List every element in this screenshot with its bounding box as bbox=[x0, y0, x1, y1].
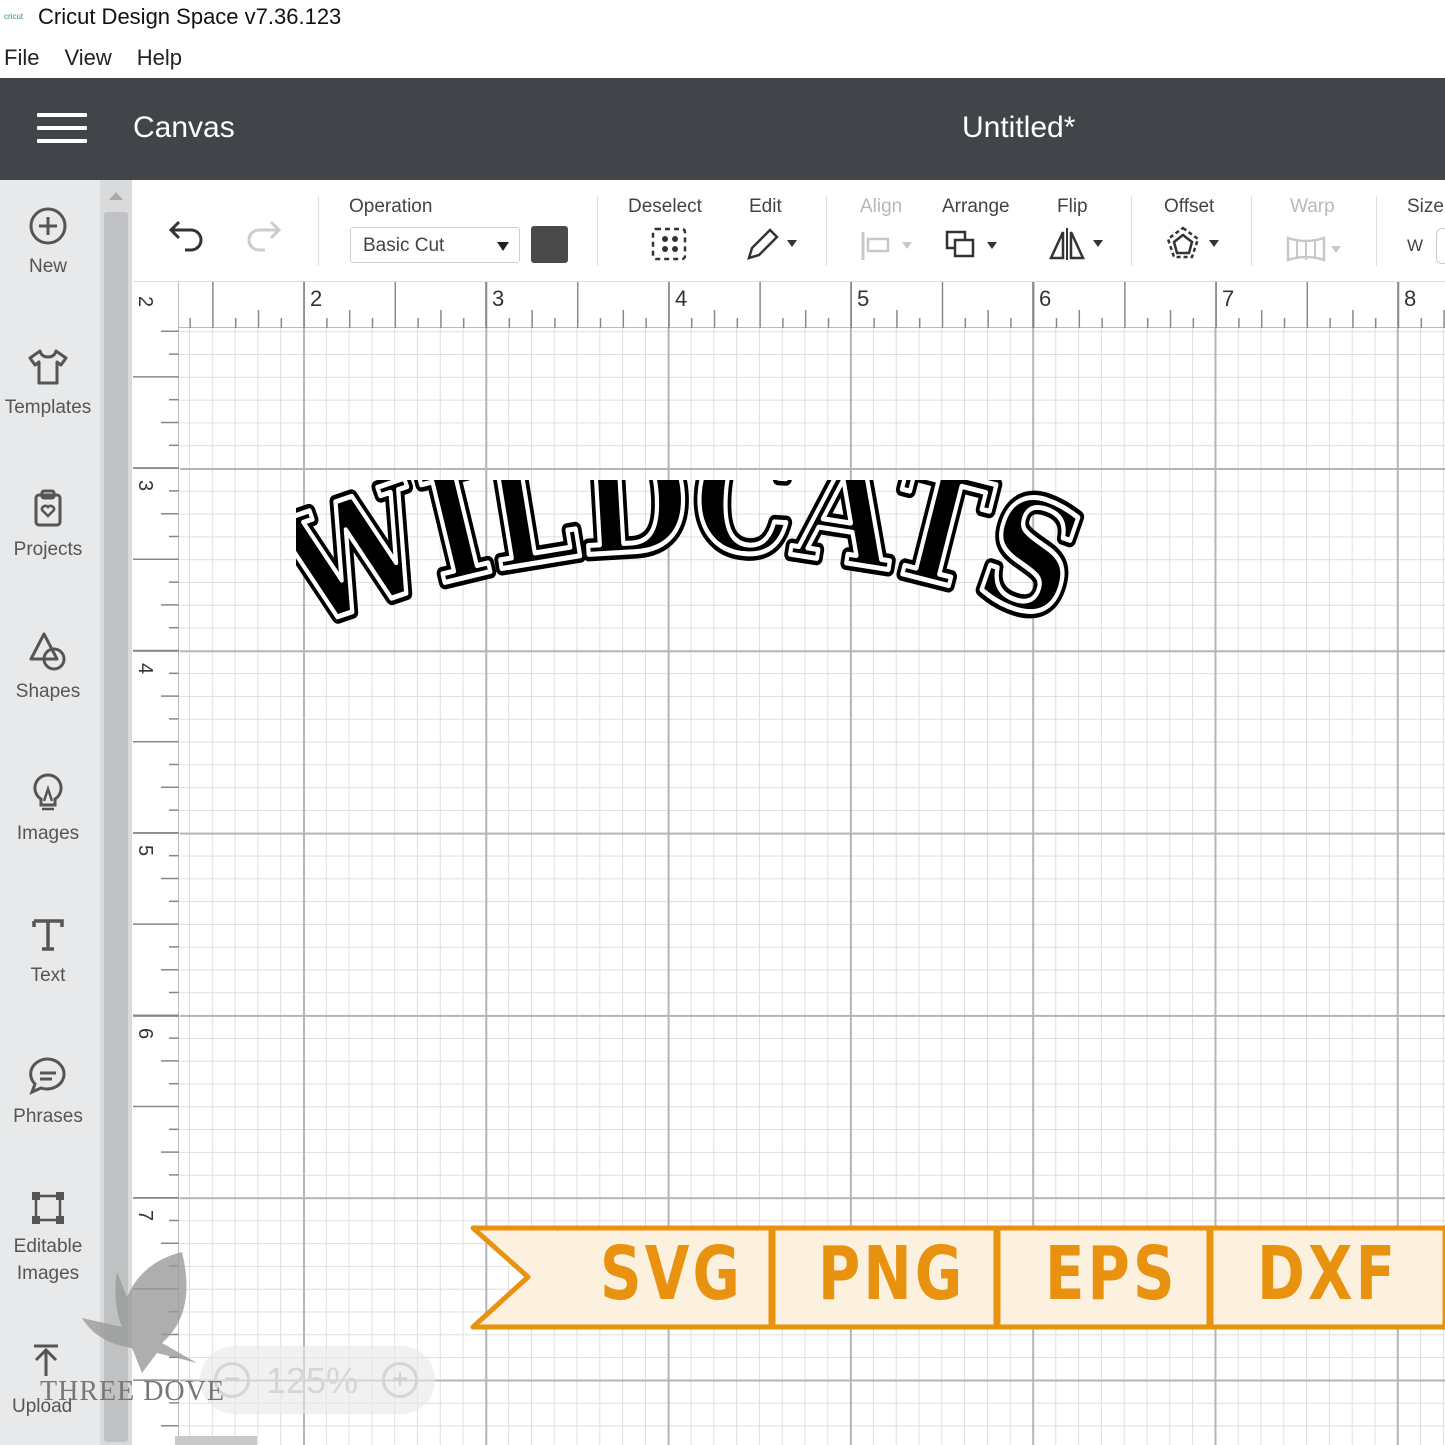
zoom-level: 125% bbox=[266, 1360, 359, 1401]
chevron-down-icon bbox=[497, 242, 509, 251]
ruler-top-4: 4 bbox=[675, 286, 688, 311]
window-title: Cricut Design Space v7.36.123 bbox=[38, 4, 342, 29]
deselect-label: Deselect bbox=[628, 196, 702, 217]
size-label: Size bbox=[1407, 196, 1444, 217]
size-width-input[interactable] bbox=[1436, 228, 1445, 264]
tshirt-icon bbox=[28, 349, 68, 385]
sidebar-label-projects: Projects bbox=[13, 539, 83, 560]
ruler-left-3: 3 bbox=[134, 479, 157, 492]
warp-label: Warp bbox=[1290, 196, 1335, 217]
deselect-icon[interactable] bbox=[650, 226, 690, 262]
hamburger-menu-icon[interactable] bbox=[37, 113, 87, 143]
sidebar-label-shapes: Shapes bbox=[15, 681, 81, 702]
sidebar-item-projects[interactable]: Projects bbox=[0, 487, 96, 561]
format-dxf: DXF bbox=[1257, 1231, 1399, 1317]
sidebar-item-phrases[interactable]: Phrases bbox=[0, 1054, 96, 1128]
arrange-icon[interactable] bbox=[945, 228, 1005, 262]
app-header: Canvas Untitled* bbox=[0, 78, 1445, 180]
operation-value: Basic Cut bbox=[363, 235, 445, 256]
text-icon bbox=[32, 919, 64, 951]
speech-bubble-icon bbox=[29, 1057, 66, 1095]
offset-icon[interactable] bbox=[1165, 226, 1225, 262]
ruler-top-8: 8 bbox=[1404, 286, 1417, 311]
zoom-in-icon[interactable]: + bbox=[382, 1362, 418, 1398]
arrange-label: Arrange bbox=[942, 196, 1010, 217]
operation-label: Operation bbox=[349, 196, 433, 217]
zoom-control: − 125% + bbox=[200, 1346, 435, 1414]
watermark-text: THREE DOVE bbox=[40, 1376, 225, 1407]
sidebar-item-text[interactable]: Text bbox=[0, 913, 96, 987]
redo-icon[interactable] bbox=[243, 216, 283, 252]
ruler-top-5: 5 bbox=[857, 286, 870, 311]
menu-help[interactable]: Help bbox=[137, 45, 182, 71]
project-icon bbox=[34, 489, 62, 527]
sidebar-item-images[interactable]: Images bbox=[0, 771, 96, 845]
offset-label: Offset bbox=[1164, 196, 1215, 217]
ruler-top-6: 6 bbox=[1039, 286, 1052, 311]
edit-toolbar: Operation Basic Cut Deselect Edit Align … bbox=[133, 180, 1445, 282]
ruler-left-4: 4 bbox=[134, 662, 157, 675]
design-text: WILDCATS bbox=[296, 480, 1086, 665]
horizontal-scroll-thumb[interactable] bbox=[175, 1436, 257, 1445]
sidebar-label-new: New bbox=[28, 256, 67, 277]
wildcats-design[interactable]: WILDCATS WILDCATS bbox=[296, 480, 1086, 705]
app-logo: cricut bbox=[4, 12, 24, 21]
ruler-top-2: 2 bbox=[310, 286, 323, 311]
ruler-left-2: 2 bbox=[134, 295, 157, 308]
svg-text:WILDCATS: WILDCATS bbox=[296, 480, 1086, 662]
shapes-icon bbox=[29, 632, 66, 671]
edit-label: Edit bbox=[749, 196, 782, 217]
flip-label: Flip bbox=[1057, 196, 1088, 217]
ruler-left-7: 7 bbox=[134, 1209, 157, 1222]
ruler-left-5: 5 bbox=[134, 844, 157, 857]
format-png: PNG bbox=[818, 1231, 966, 1317]
title-bar: cricut Cricut Design Space v7.36.123 bbox=[0, 0, 1445, 34]
warp-icon bbox=[1286, 236, 1341, 262]
dove-watermark-icon bbox=[82, 1252, 197, 1373]
lightbulb-icon bbox=[33, 773, 63, 811]
section-title: Canvas bbox=[133, 111, 235, 144]
sidebar-item-shapes[interactable]: Shapes bbox=[0, 629, 96, 703]
flip-icon[interactable] bbox=[1049, 226, 1109, 262]
align-label: Align bbox=[860, 196, 903, 217]
sidebar-label-templates: Templates bbox=[4, 397, 92, 418]
sidebar-label-text: Text bbox=[30, 965, 66, 986]
size-width-label: W bbox=[1407, 236, 1424, 255]
menu-view[interactable]: View bbox=[64, 45, 111, 71]
menu-file[interactable]: File bbox=[4, 45, 39, 71]
edit-pencil-icon[interactable] bbox=[743, 226, 799, 262]
format-eps: EPS bbox=[1045, 1231, 1178, 1317]
ruler-top-7: 7 bbox=[1222, 286, 1235, 311]
ruler-top-3: 3 bbox=[492, 286, 505, 311]
plus-circle-icon bbox=[29, 207, 67, 245]
sidebar-item-new[interactable]: New bbox=[0, 204, 96, 278]
document-title[interactable]: Untitled* bbox=[962, 111, 1075, 145]
scroll-up-arrow-icon[interactable] bbox=[109, 192, 123, 200]
sidebar-item-templates[interactable]: Templates bbox=[0, 345, 96, 419]
menu-bar: File View Help bbox=[0, 40, 203, 76]
operation-color-swatch[interactable] bbox=[531, 226, 568, 263]
format-svg: SVG bbox=[600, 1231, 743, 1317]
top-ruler: 2 3 4 5 6 7 8 bbox=[133, 282, 1445, 328]
operation-select[interactable]: Basic Cut bbox=[350, 227, 520, 263]
sidebar-label-images: Images bbox=[16, 823, 80, 844]
top-ruler-ticks bbox=[143, 282, 1445, 328]
sidebar-label-phrases: Phrases bbox=[13, 1106, 83, 1127]
align-icon bbox=[861, 232, 912, 260]
undo-icon[interactable] bbox=[167, 216, 207, 252]
ruler-left-6: 6 bbox=[134, 1027, 157, 1040]
editable-images-icon bbox=[32, 1192, 64, 1224]
